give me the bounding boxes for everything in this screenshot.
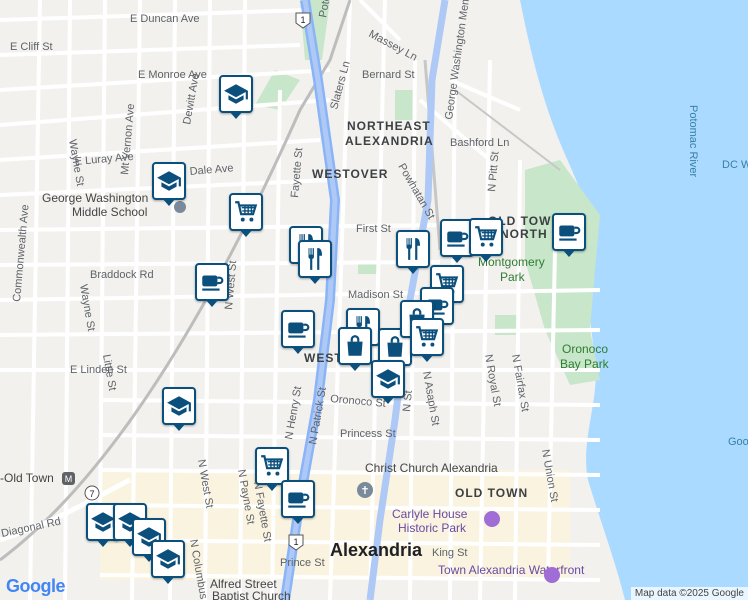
cafe-icon (288, 492, 310, 508)
cafe-icon (288, 322, 310, 338)
street-label: Bernard St (362, 69, 415, 81)
shopping-cart-icon (261, 455, 284, 476)
museum-icon (544, 567, 560, 583)
street-label: Braddock Rd (90, 269, 154, 281)
street-label: Princess St (340, 428, 396, 440)
restaurant-icon (406, 238, 421, 260)
poi-label: -Old Town (0, 471, 54, 485)
water-label: Goo (728, 436, 748, 448)
restaurant-icon (308, 248, 323, 270)
map-marker-cafe[interactable] (281, 310, 315, 354)
route-shield-label: 1 (300, 15, 305, 25)
map-marker-cafe[interactable] (552, 213, 586, 257)
school-icon (157, 171, 181, 191)
street-label: King St (432, 547, 467, 559)
map-marker-restaurant[interactable] (396, 230, 430, 274)
logo-text: Google (6, 576, 66, 596)
route-shield: 7 (84, 485, 100, 501)
shopping-bag-icon (347, 335, 363, 356)
route-shield-label: 1 (293, 537, 298, 547)
cafe-icon (559, 225, 581, 241)
poi-label: Town Alexandria Waterfront (438, 563, 585, 577)
map-marker-grocery[interactable] (229, 193, 263, 237)
water-label: Potomac River (687, 105, 699, 177)
school-icon (156, 549, 180, 569)
school-icon (167, 396, 191, 416)
street-label: Madison St (348, 289, 403, 301)
street-label: First St (356, 223, 391, 235)
street-label: E Cliff St (10, 41, 53, 53)
map-marker-cafe[interactable] (195, 263, 229, 307)
poi-label-line: George Washington (42, 191, 148, 205)
shopping-cart-icon (235, 201, 258, 222)
park-label-line: Bay Park (560, 357, 610, 371)
poi-label-line: Baptist Church (212, 589, 291, 600)
neighborhood-label: NORTHEAST (347, 119, 431, 133)
shopping-cart-icon (416, 326, 439, 347)
neighborhood-label: WEST (304, 351, 343, 365)
poi-label: Christ Church Alexandria (365, 461, 498, 475)
map-marker-school[interactable] (162, 387, 196, 431)
street-label: Bashford Ln (450, 137, 509, 149)
neighborhood-label: OLD TOWN (455, 486, 528, 500)
park-label-line: Oronoco (562, 342, 608, 356)
map-attribution[interactable]: Map data ©2025 Google (630, 587, 748, 600)
map-marker-shop[interactable] (338, 327, 372, 371)
map-marker-grocery[interactable] (469, 218, 503, 262)
school-icon (376, 369, 400, 389)
cafe-icon (202, 275, 224, 291)
poi-metro-station[interactable]: -Old Town M (0, 471, 75, 485)
cafe-icon (447, 231, 469, 247)
street-label: E Linden St (70, 364, 127, 376)
map-marker-grocery[interactable] (410, 318, 444, 362)
map-marker-school[interactable] (219, 75, 253, 119)
map-marker-cafe[interactable] (281, 480, 315, 524)
poi-label-line: Historic Park (398, 521, 467, 535)
museum-icon (484, 511, 500, 527)
street-label: E Duncan Ave (130, 13, 200, 25)
map-marker-restaurant[interactable] (298, 240, 332, 284)
route-shield-label: 7 (89, 489, 94, 499)
neighborhood-label: WESTOVER (312, 167, 388, 181)
school-icon (224, 84, 248, 104)
neighborhood-label: NORTH (500, 227, 548, 241)
google-logo: Google (6, 576, 66, 597)
water-label: DC W (722, 159, 748, 171)
shopping-cart-icon (475, 226, 498, 247)
neighborhood-label: ALEXANDRIA (345, 134, 434, 148)
map-marker-school[interactable] (371, 360, 405, 404)
map-marker-school[interactable] (151, 540, 185, 584)
city-label: Alexandria (330, 540, 423, 560)
cross-glyph: ✝ (360, 485, 369, 497)
street-label: Prince St (280, 557, 325, 569)
poi-label-line: Middle School (72, 205, 147, 219)
park-area (395, 90, 413, 120)
map-marker-school[interactable] (152, 162, 186, 206)
metro-glyph: M (65, 474, 73, 484)
poi-label-line: Carlyle House (392, 507, 468, 521)
park-label-line: Park (500, 270, 526, 284)
